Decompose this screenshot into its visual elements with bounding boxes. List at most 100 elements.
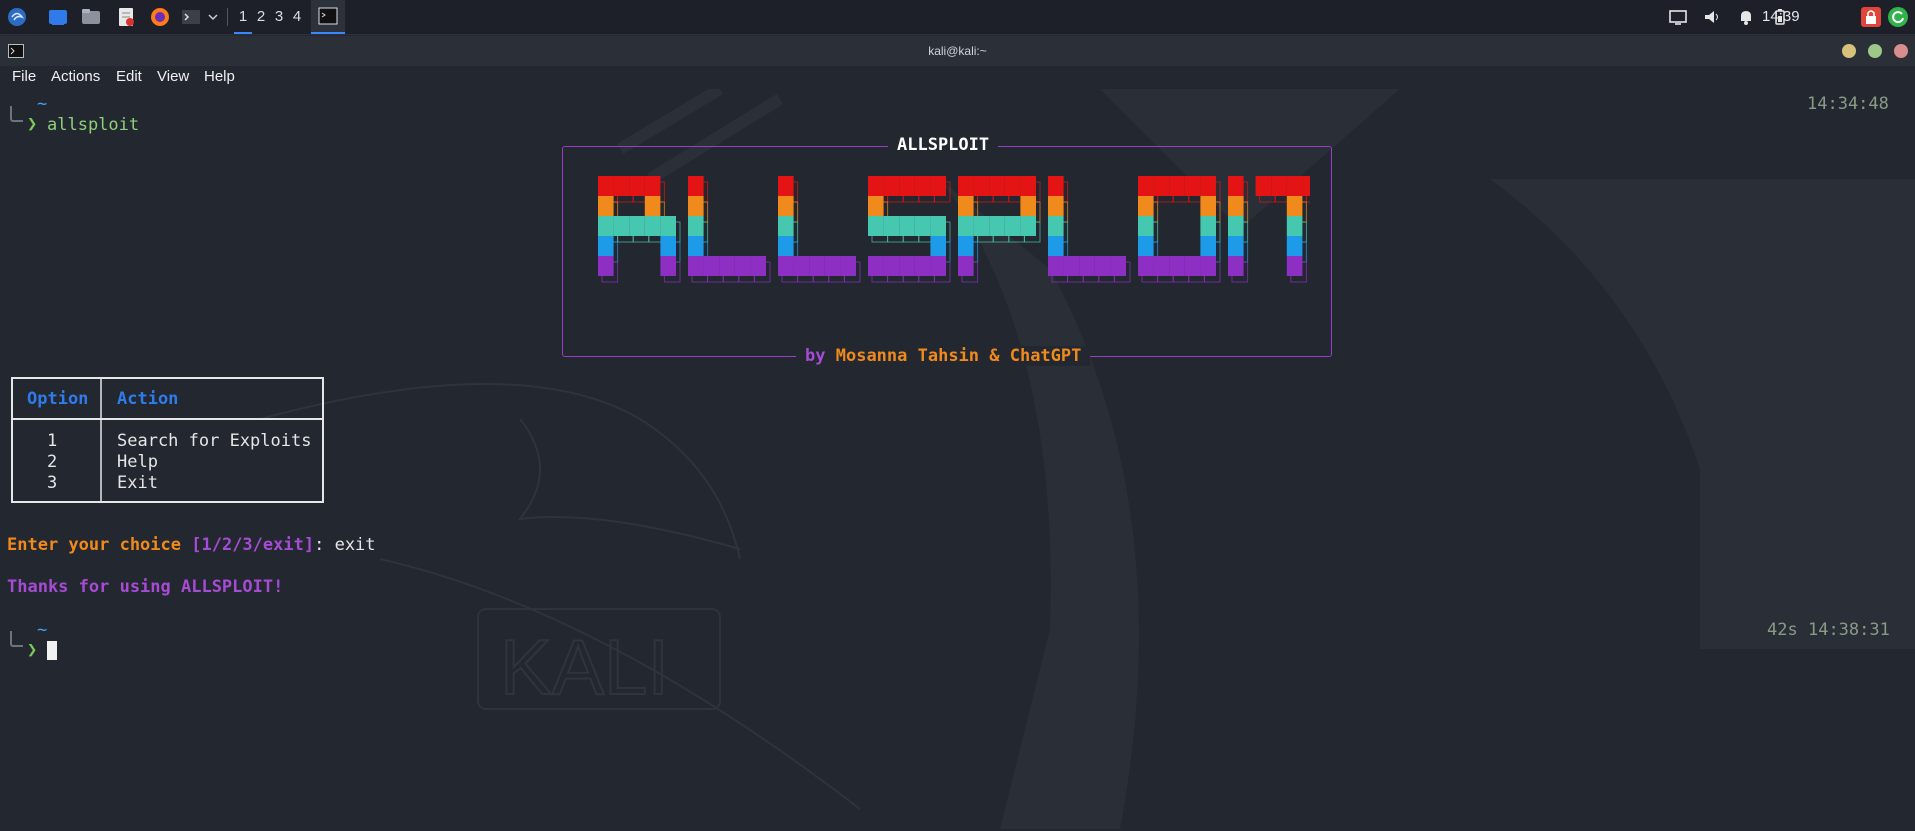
banner-art-block [868, 196, 884, 216]
lock-screen-icon[interactable] [1860, 6, 1882, 28]
banner-art-block [868, 256, 884, 276]
banner-art-block [750, 256, 766, 276]
banner-art-block [629, 176, 645, 196]
banner-art-block [598, 196, 614, 216]
banner-art-block [1138, 196, 1154, 216]
firefox-icon[interactable] [149, 6, 171, 28]
banner-art-block [1004, 216, 1021, 236]
window-titlebar[interactable]: kali@kali:~ [0, 36, 1915, 67]
volume-icon[interactable] [1701, 6, 1723, 28]
text-editor-icon[interactable] [115, 6, 137, 28]
banner-art-block [613, 176, 630, 196]
banner-art-block [883, 216, 900, 236]
menu-edit[interactable]: Edit [116, 68, 142, 85]
banner-art-block [1048, 196, 1064, 216]
prompt-corner-2 [10, 631, 23, 647]
workspace-4[interactable]: 4 [288, 0, 306, 34]
table-row-2-action: Help [117, 452, 158, 472]
banner-art-block [688, 216, 704, 236]
banner-art-block [1169, 256, 1185, 276]
minimize-button[interactable] [1842, 44, 1856, 58]
choice-label: Enter your choice [7, 535, 181, 555]
prompt-corner [10, 106, 23, 122]
banner-art-block [1169, 176, 1185, 196]
command-text: allsploit [47, 115, 140, 135]
banner-art-block [1286, 176, 1303, 196]
workspace-1[interactable]: 1 [234, 0, 252, 34]
table-row-3-action: Exit [117, 473, 158, 493]
terminal-cursor[interactable] [47, 641, 57, 660]
taskbar-window-terminal[interactable] [311, 0, 345, 34]
command-duration-timestamp: 42s 14:38:31 [1767, 620, 1890, 640]
banner-art-block [1020, 216, 1036, 236]
banner-art-block [973, 176, 990, 196]
prompt-dir: ~ [37, 94, 48, 114]
table-header-action: Action [117, 389, 179, 409]
banner-art-block [660, 256, 676, 276]
banner-art-block [883, 176, 900, 196]
banner-art-block [958, 236, 974, 256]
banner-art-block [660, 216, 676, 236]
refresh-icon[interactable] [1887, 6, 1909, 28]
banner-art-block [914, 256, 931, 276]
banner-art-block [989, 176, 1005, 196]
file-manager-icon[interactable] [80, 6, 102, 28]
menu-actions[interactable]: Actions [51, 68, 100, 85]
banner-art-block [688, 196, 704, 216]
window-title: kali@kali:~ [928, 44, 987, 58]
terminal-icon[interactable] [180, 6, 202, 28]
files-icon[interactable] [47, 6, 69, 28]
banner-art-block [1228, 216, 1244, 236]
banner-art-block [644, 196, 661, 216]
banner-art-block [778, 176, 794, 196]
banner-art-block [1228, 196, 1244, 216]
taskbar: 1 2 3 4 14:39 [0, 0, 1915, 35]
farewell-message: Thanks for using ALLSPLOIT! [7, 577, 284, 597]
display-icon[interactable] [1667, 6, 1689, 28]
banner-art-block [1200, 236, 1216, 256]
workspace-switcher: 1 2 3 4 [234, 0, 306, 34]
menu-file[interactable]: File [12, 68, 36, 85]
menu-view[interactable]: View [157, 68, 189, 85]
workspace-2[interactable]: 2 [252, 0, 270, 34]
banner-art-block [1048, 176, 1064, 196]
command-timestamp: 14:34:48 [1807, 94, 1889, 114]
banner-art-block [1228, 256, 1244, 276]
banner-art-block [1255, 176, 1272, 196]
menu-help[interactable]: Help [204, 68, 235, 85]
banner-art-block [688, 176, 704, 196]
terminal-window-icon [318, 7, 338, 25]
banner-art-block [1286, 236, 1303, 256]
banner-art-block [914, 176, 931, 196]
chevron-down-icon[interactable] [207, 6, 219, 28]
banner-art-block [644, 216, 661, 236]
banner-art-block [899, 216, 915, 236]
banner-art-block [1200, 176, 1216, 196]
banner-art-block [688, 256, 704, 276]
workspace-3[interactable]: 3 [270, 0, 288, 34]
banner-art-block [1200, 196, 1216, 216]
table-row-1-option: 1 [47, 431, 58, 451]
prompt-dir-2: ~ [37, 620, 48, 640]
table-row-3-option: 3 [47, 473, 58, 493]
banner-art-block [914, 216, 931, 236]
banner-art-block [734, 256, 751, 276]
maximize-button[interactable] [1868, 44, 1882, 58]
banner-art-block [1153, 256, 1170, 276]
kali-menu-icon[interactable] [6, 6, 28, 28]
banner-art-block [958, 256, 974, 276]
menu-bar: File Actions Edit View Help [0, 66, 1915, 89]
banner-art-block [1271, 176, 1287, 196]
close-button[interactable] [1894, 44, 1908, 58]
banner-art-block [660, 236, 676, 256]
banner-art-block [1302, 176, 1310, 196]
banner-art-block [1228, 236, 1244, 256]
banner-art-block [613, 216, 630, 236]
banner-art-block [1063, 256, 1080, 276]
choice-prompt: Enter your choice [1/2/3/exit]: exit [7, 535, 376, 555]
notification-bell-icon[interactable] [1735, 6, 1757, 28]
banner-art-block [719, 256, 735, 276]
banner-art-block [989, 216, 1005, 236]
banner-art-block [644, 176, 661, 196]
clock[interactable]: 14:39 [1762, 0, 1800, 34]
